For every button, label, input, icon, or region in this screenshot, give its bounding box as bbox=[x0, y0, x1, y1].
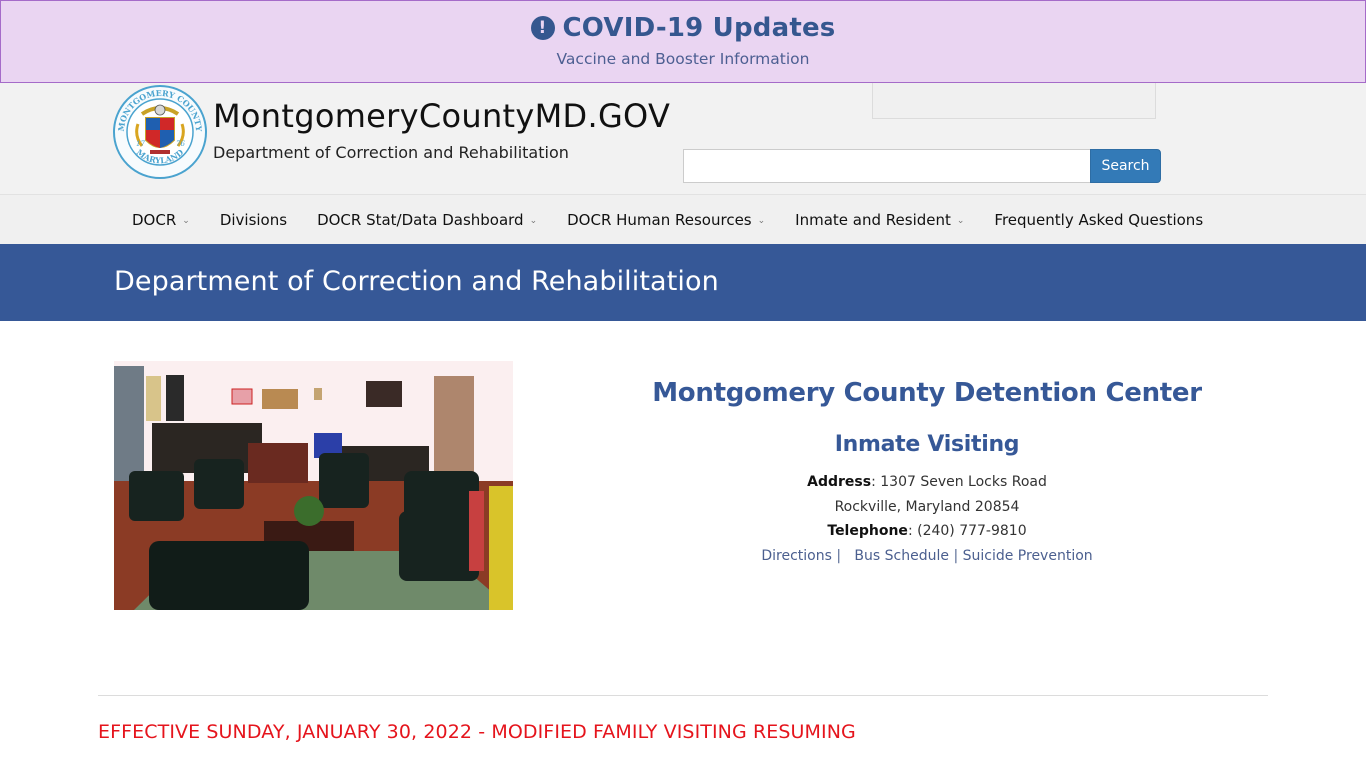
nav-item-human-resources[interactable]: DOCR Human Resources ⌄ bbox=[552, 211, 780, 229]
covid-title-row[interactable]: ! COVID-19 Updates bbox=[1, 13, 1365, 43]
chevron-down-icon: ⌄ bbox=[757, 216, 766, 226]
content-divider bbox=[98, 695, 1268, 696]
facility-info: Montgomery County Detention Center Inmat… bbox=[640, 378, 1214, 568]
nav-item-docr[interactable]: DOCR ⌄ bbox=[117, 211, 205, 229]
bus-schedule-link[interactable]: Bus Schedule bbox=[854, 548, 949, 564]
telephone-label: Telephone bbox=[827, 523, 908, 539]
site-header: 17 76 MONTGOMERY COUNTY MARYLAND Montgom… bbox=[0, 83, 1366, 194]
telephone-line: Telephone: (240) 777-9810 bbox=[827, 523, 1027, 539]
svg-text:17: 17 bbox=[136, 140, 145, 148]
chevron-down-icon: ⌄ bbox=[956, 216, 965, 226]
address-line: Address: 1307 Seven Locks Road bbox=[807, 474, 1047, 490]
main-nav: DOCR ⌄ Divisions DOCR Stat/Data Dashboar… bbox=[0, 194, 1366, 244]
county-seal-logo[interactable]: 17 76 MONTGOMERY COUNTY MARYLAND bbox=[112, 84, 208, 180]
page-header-band: Department of Correction and Rehabilitat… bbox=[0, 244, 1366, 321]
nav-item-stat-dashboard[interactable]: DOCR Stat/Data Dashboard ⌄ bbox=[302, 211, 552, 229]
nav-item-inmate-resident[interactable]: Inmate and Resident ⌄ bbox=[780, 211, 979, 229]
chevron-down-icon: ⌄ bbox=[182, 216, 190, 226]
nav-item-label: Divisions bbox=[219, 211, 288, 229]
suicide-prevention-link[interactable]: Suicide Prevention bbox=[963, 548, 1093, 564]
nav-item-faq[interactable]: Frequently Asked Questions bbox=[979, 211, 1218, 229]
nav-item-divisions[interactable]: Divisions bbox=[205, 211, 302, 229]
department-subtitle[interactable]: Department of Correction and Rehabilitat… bbox=[213, 143, 569, 162]
translate-widget-box bbox=[872, 83, 1156, 119]
link-separator: | bbox=[836, 547, 842, 564]
info-links: Directions | Bus Schedule | Suicide Prev… bbox=[640, 544, 1214, 569]
directions-link[interactable]: Directions bbox=[761, 548, 832, 564]
covid-subtitle[interactable]: Vaccine and Booster Information bbox=[1, 50, 1365, 68]
covid-title[interactable]: COVID-19 Updates bbox=[563, 13, 836, 43]
address-city: Rockville, Maryland 20854 bbox=[834, 498, 1020, 515]
visiting-room-photo bbox=[114, 361, 513, 610]
facility-name: Montgomery County Detention Center bbox=[652, 378, 1202, 408]
search-input[interactable] bbox=[683, 149, 1091, 183]
page-title: Department of Correction and Rehabilitat… bbox=[114, 266, 719, 297]
nav-item-label: DOCR Human Resources bbox=[567, 211, 752, 229]
exclamation-circle-icon: ! bbox=[530, 16, 555, 40]
section-title: Inmate Visiting bbox=[834, 432, 1020, 457]
covid-banner[interactable]: ! COVID-19 Updates Vaccine and Booster I… bbox=[0, 0, 1366, 83]
svg-text:76: 76 bbox=[176, 140, 185, 148]
telephone-number: (240) 777-9810 bbox=[917, 523, 1027, 539]
site-title[interactable]: MontgomeryCountyMD.GOV bbox=[213, 97, 670, 135]
address-street: 1307 Seven Locks Road bbox=[880, 474, 1047, 490]
nav-item-label: DOCR bbox=[132, 211, 177, 229]
nav-item-label: Frequently Asked Questions bbox=[994, 211, 1204, 229]
visiting-notice-heading: EFFECTIVE SUNDAY, JANUARY 30, 2022 - MOD… bbox=[98, 721, 856, 743]
nav-item-label: Inmate and Resident bbox=[795, 211, 951, 229]
nav-list: DOCR ⌄ Divisions DOCR Stat/Data Dashboar… bbox=[117, 195, 1218, 245]
chevron-down-icon: ⌄ bbox=[529, 216, 538, 226]
link-separator: | bbox=[953, 547, 959, 564]
nav-item-label: DOCR Stat/Data Dashboard bbox=[317, 211, 524, 229]
search-button[interactable]: Search bbox=[1090, 149, 1161, 183]
address-label: Address bbox=[807, 474, 872, 490]
